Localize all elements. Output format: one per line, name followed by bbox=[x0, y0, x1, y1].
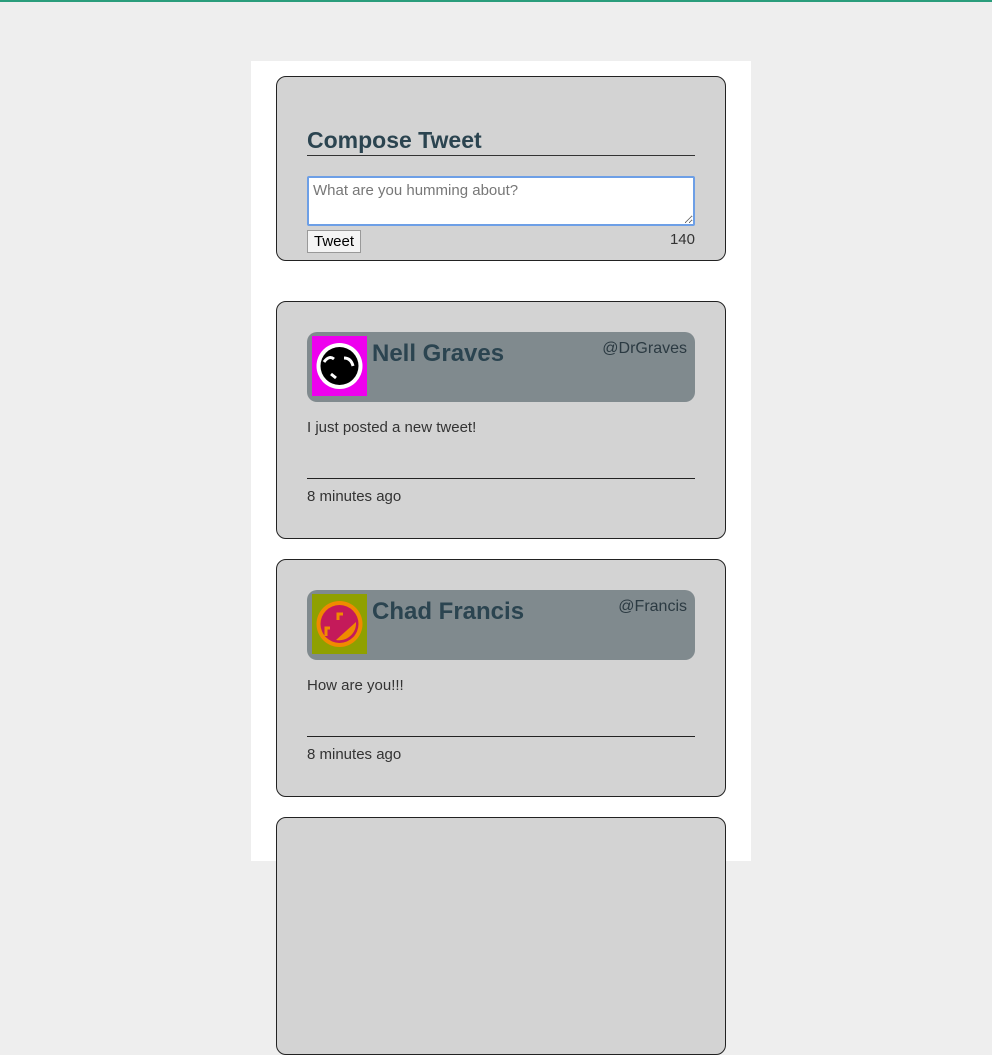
user-handle: @Francis bbox=[618, 598, 687, 615]
tweet-card: Chad Francis @Francis How are you!!! 8 m… bbox=[276, 559, 726, 797]
compose-tweet-card: Compose Tweet Tweet 140 bbox=[276, 76, 726, 261]
tweet-button[interactable]: Tweet bbox=[307, 230, 361, 253]
tweet-time: 8 minutes ago bbox=[307, 478, 695, 505]
main-container: Compose Tweet Tweet 140 Nell Graves @DrG… bbox=[251, 61, 751, 1055]
tweet-input[interactable] bbox=[307, 176, 695, 226]
tweet-header: Chad Francis @Francis bbox=[307, 590, 695, 660]
user-handle: @DrGraves bbox=[602, 340, 687, 357]
tweet-card: Nell Graves @DrGraves I just posted a ne… bbox=[276, 301, 726, 539]
tweet-time: 8 minutes ago bbox=[307, 736, 695, 763]
tweet-card-partial bbox=[276, 817, 726, 1055]
tweet-header: Nell Graves @DrGraves bbox=[307, 332, 695, 402]
tweet-text: I just posted a new tweet! bbox=[307, 419, 477, 436]
compose-title: Compose Tweet bbox=[307, 127, 695, 156]
avatar-icon bbox=[312, 336, 367, 396]
user-name: Chad Francis bbox=[372, 598, 525, 625]
user-name: Nell Graves bbox=[372, 340, 505, 367]
tweet-text: How are you!!! bbox=[307, 677, 404, 694]
avatar-icon bbox=[312, 594, 367, 654]
char-counter: 140 bbox=[669, 231, 695, 248]
